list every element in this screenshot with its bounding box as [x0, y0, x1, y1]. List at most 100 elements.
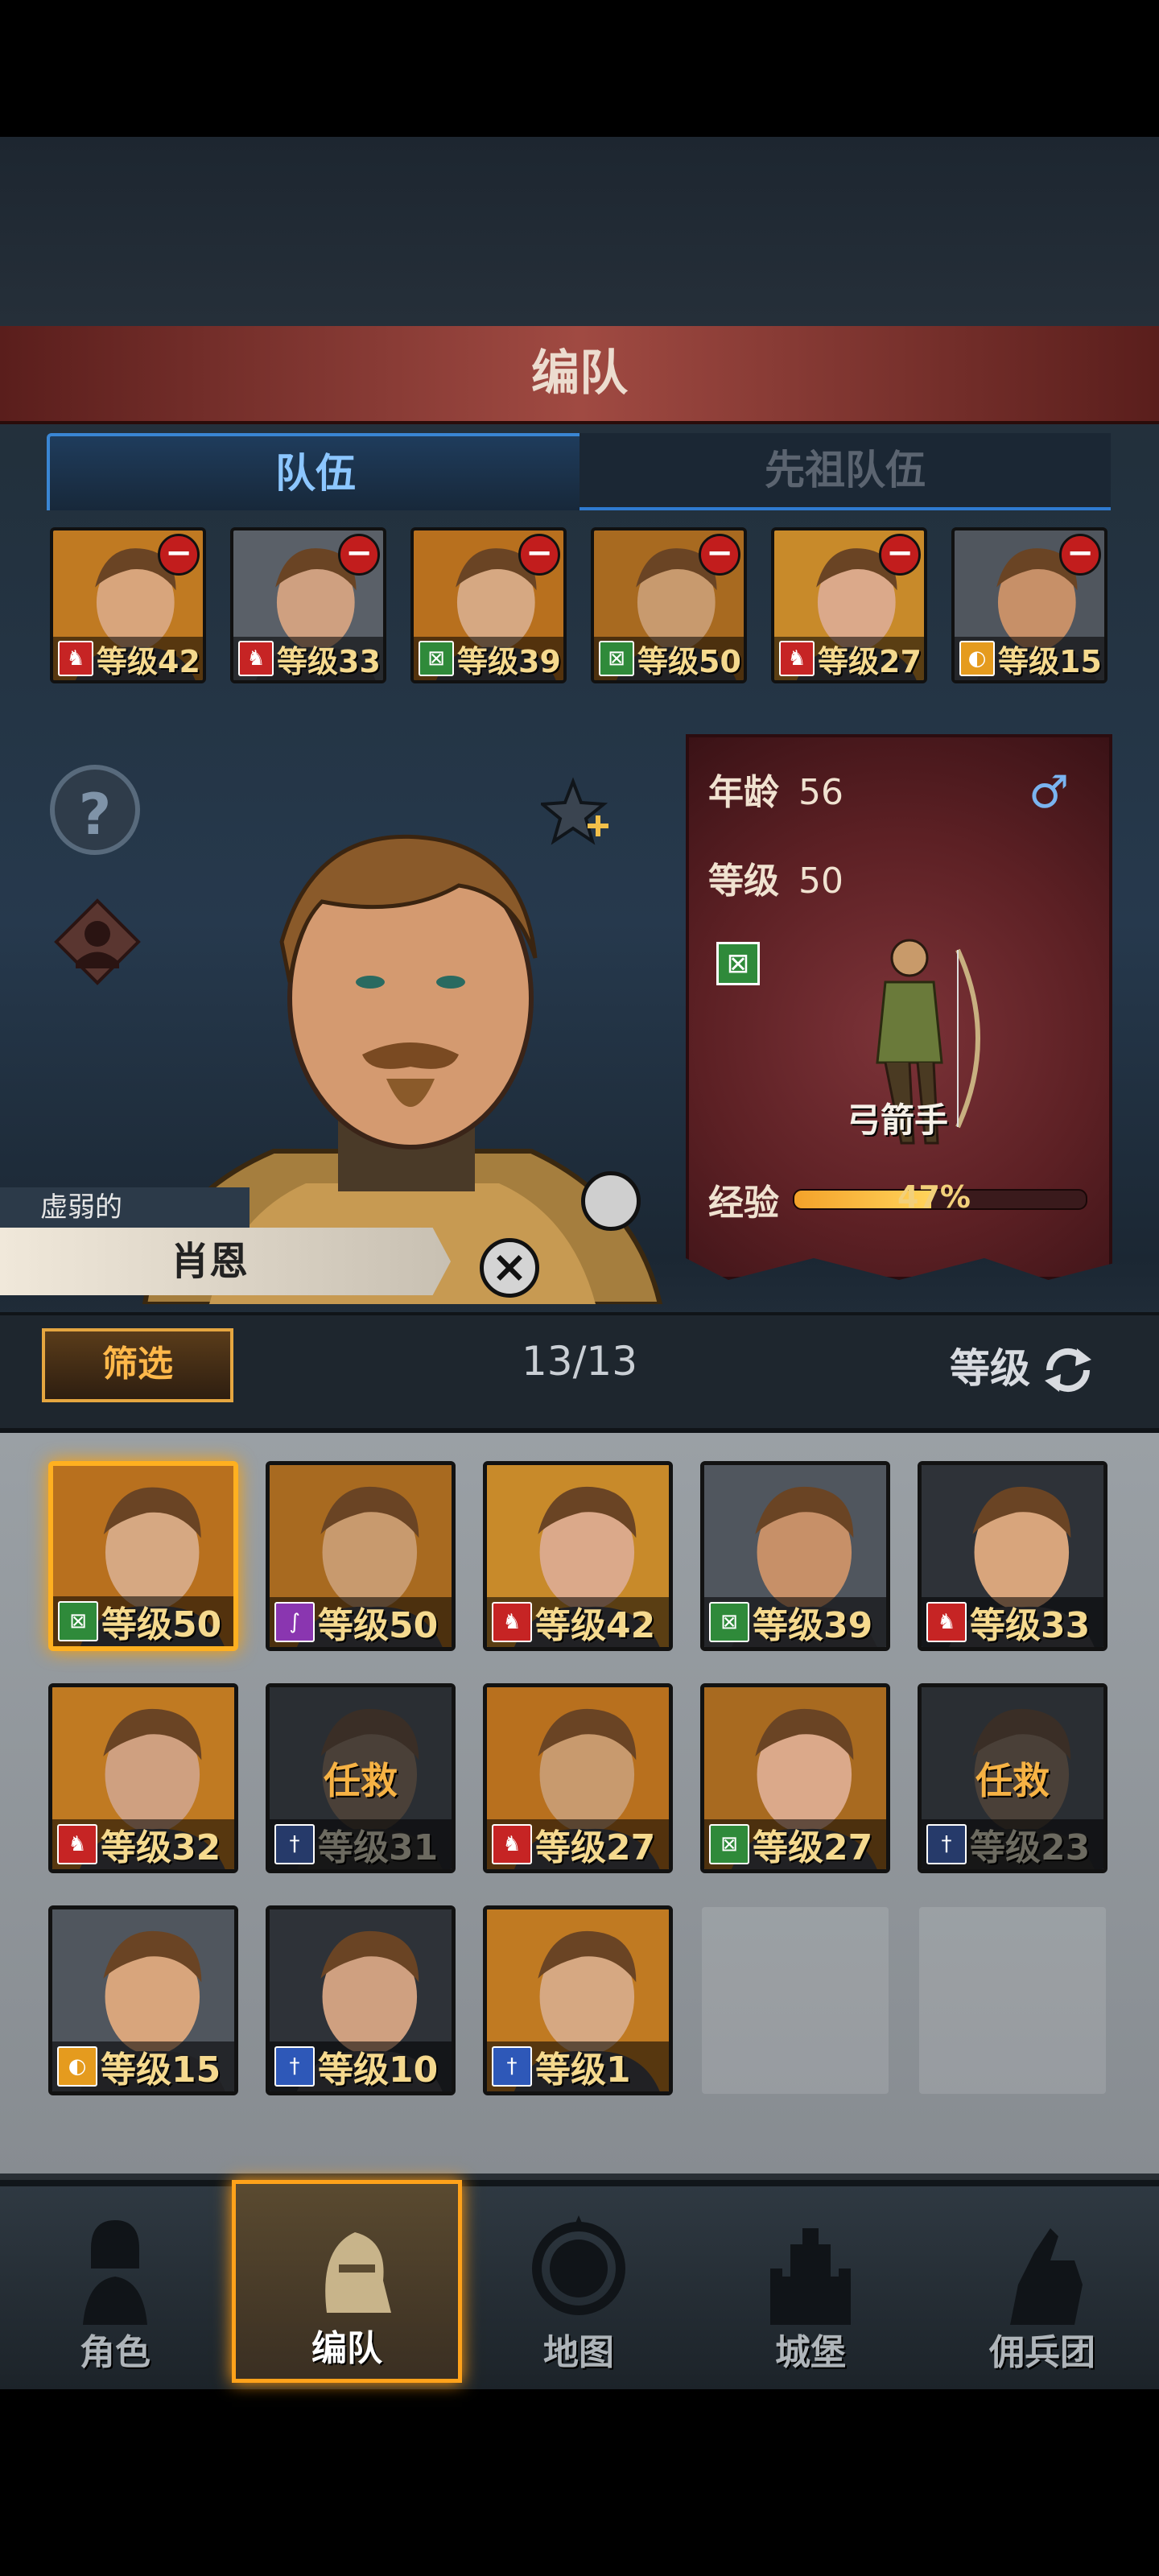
nav-castle[interactable]: 城堡	[695, 2180, 926, 2383]
equipment-icon[interactable]	[581, 1171, 641, 1231]
filter-button[interactable]: 筛选	[42, 1328, 233, 1402]
castle-icon	[770, 2228, 851, 2325]
remove-icon[interactable]: −	[699, 534, 740, 576]
empty-roster-slot	[919, 1907, 1106, 2094]
knight-icon	[83, 2220, 147, 2325]
roster-card[interactable]: ⊠ 等级27	[700, 1683, 890, 1873]
roster-card[interactable]: ♞ 等级42	[483, 1461, 673, 1651]
horse-icon: ♞	[57, 1824, 97, 1864]
level-badge: ♞ 等级33	[233, 637, 383, 680]
roster-card[interactable]: ⊠ 等级39	[700, 1461, 890, 1651]
level-text: 等级27	[535, 1827, 656, 1868]
remove-icon[interactable]: −	[158, 534, 200, 576]
nav-compass[interactable]: 地图	[464, 2180, 694, 2383]
shield-icon: ◐	[959, 641, 995, 676]
level-badge: ⊠ 等级27	[704, 1819, 886, 1869]
horse-icon: ♞	[926, 1602, 967, 1642]
roster-card[interactable]: ♞ 等级27	[483, 1683, 673, 1873]
roster-card[interactable]: ⊠ 等级50	[48, 1461, 238, 1651]
bow-icon: ⊠	[58, 1601, 98, 1641]
nav-knight[interactable]: 角色	[0, 2180, 230, 2383]
horse-icon: ♞	[58, 641, 93, 676]
bow-icon: ⊠	[599, 641, 634, 676]
empty-roster-slot	[702, 1907, 889, 2094]
mission-label: 任救	[975, 1759, 1050, 1802]
level-text: 等级33	[277, 643, 381, 679]
team-slot[interactable]: − ♞ 等级42	[50, 527, 206, 683]
refresh-sort-icon[interactable]	[1038, 1340, 1098, 1400]
exp-label: 经验	[708, 1183, 779, 1224]
remove-from-team-icon[interactable]: ×	[480, 1238, 539, 1298]
team-slot[interactable]: − ♞ 等级27	[771, 527, 927, 683]
team-slot[interactable]: − ♞ 等级33	[230, 527, 386, 683]
level-text: 等级50	[101, 1604, 222, 1645]
level-badge: ♞ 等级33	[922, 1597, 1103, 1647]
remove-icon[interactable]: −	[1059, 534, 1101, 576]
level-text: 等级1	[535, 2050, 631, 2091]
remove-icon[interactable]: −	[338, 534, 380, 576]
level-badge: ⊠ 等级50	[594, 637, 744, 680]
level-badge: † 等级31	[270, 1819, 452, 1869]
level-text: 等级32	[101, 1827, 221, 1868]
level-text: 等级50	[318, 1605, 439, 1646]
team-slot[interactable]: − ⊠ 等级50	[591, 527, 747, 683]
horse-icon: ♞	[492, 1824, 532, 1864]
level-text: 等级39	[457, 643, 561, 679]
horse-icon: ♞	[779, 641, 815, 676]
trait-tag: 虚弱的	[0, 1187, 250, 1228]
roster-card[interactable]: ♞ 等级33	[918, 1461, 1107, 1651]
tab-team[interactable]: 队伍	[47, 433, 584, 510]
sword-icon: †	[492, 2046, 532, 2087]
nav-label: 地图	[543, 2332, 614, 2373]
level-text: 等级23	[970, 1827, 1091, 1868]
level-badge: ♞ 等级27	[487, 1819, 669, 1869]
staff-icon: ∫	[274, 1602, 315, 1642]
page-title: 编队	[531, 345, 628, 402]
nav-fist[interactable]: 佣兵团	[927, 2180, 1157, 2383]
level-text: 等级10	[318, 2050, 439, 2091]
tab-ancestor-team[interactable]: 先祖队伍	[580, 433, 1111, 510]
fist-icon	[1010, 2228, 1083, 2325]
level-text: 等级33	[970, 1605, 1091, 1646]
remove-icon[interactable]: −	[879, 534, 921, 576]
level-value: 50	[798, 861, 843, 902]
roster-card[interactable]: ♞ 等级32	[48, 1683, 238, 1873]
horse-icon: ♞	[492, 1602, 532, 1642]
sort-label[interactable]: 等级	[950, 1336, 1030, 1394]
helmet-icon	[325, 2232, 391, 2313]
level-text: 等级42	[97, 643, 200, 679]
team-slot[interactable]: − ⊠ 等级39	[410, 527, 567, 683]
mission-label: 任救	[324, 1759, 398, 1802]
roster-card[interactable]: ◐ 等级15	[48, 1905, 238, 2095]
sword-icon: †	[926, 1824, 967, 1864]
nav-label: 城堡	[775, 2332, 846, 2373]
team-slot[interactable]: − ◐ 等级15	[951, 527, 1107, 683]
roster-card[interactable]: ∫ 等级50	[266, 1461, 456, 1651]
shield-icon: ◐	[57, 2046, 97, 2087]
character-name[interactable]: 肖恩	[0, 1228, 419, 1295]
level-badge: ⊠ 等级39	[704, 1597, 886, 1647]
level-badge: ♞ 等级42	[487, 1597, 669, 1647]
male-icon: ♂	[1029, 766, 1070, 819]
bow-icon: ⊠	[716, 942, 760, 985]
roster-card[interactable]: † 等级1	[483, 1905, 673, 2095]
roster-card[interactable]: 任救 † 等级23	[918, 1683, 1107, 1873]
level-text: 等级42	[535, 1605, 656, 1646]
remove-icon[interactable]: −	[518, 534, 560, 576]
roster-card[interactable]: 任救 † 等级31	[266, 1683, 456, 1873]
roster-card[interactable]: † 等级10	[266, 1905, 456, 2095]
nav-helmet[interactable]: 编队	[232, 2180, 462, 2383]
level-text: 等级31	[318, 1827, 439, 1868]
level-text: 等级39	[753, 1605, 873, 1646]
level-badge: ⊠ 等级50	[53, 1596, 233, 1646]
level-text: 等级15	[998, 643, 1102, 679]
level-badge: † 等级23	[922, 1819, 1103, 1869]
level-badge: ◐ 等级15	[955, 637, 1104, 680]
class-name: 弓箭手	[846, 1100, 948, 1140]
level-badge: † 等级1	[487, 2041, 669, 2091]
age-label: 年龄	[708, 772, 779, 813]
level-badge: ∫ 等级50	[270, 1597, 452, 1647]
sword-icon: †	[274, 1824, 315, 1864]
nav-label: 佣兵团	[989, 2332, 1095, 2373]
level-badge: ⊠ 等级39	[414, 637, 563, 680]
